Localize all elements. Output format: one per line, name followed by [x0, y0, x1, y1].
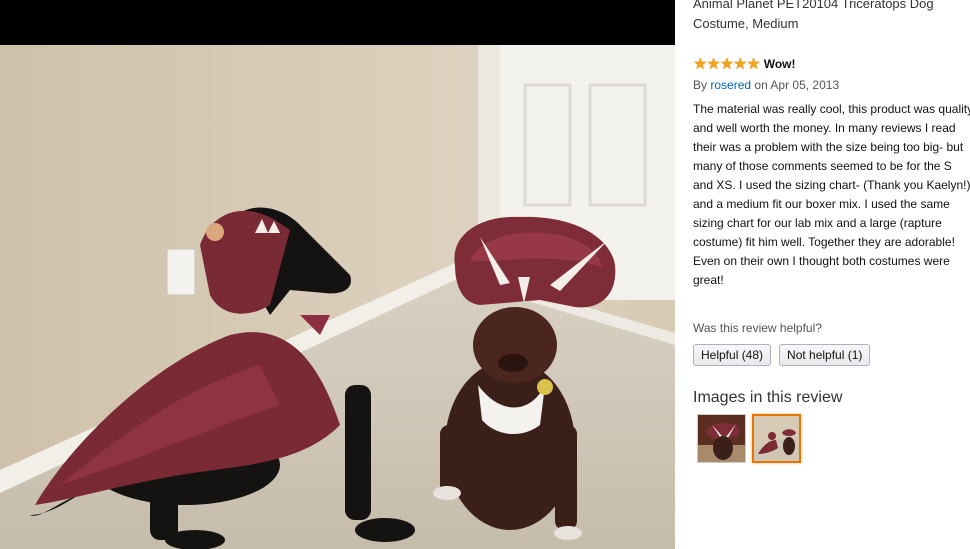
- star-rating: ★ ★ ★ ★ ★: [693, 54, 761, 73]
- review-panel: Animal Planet PET20104 Triceratops Dog C…: [675, 0, 970, 549]
- thumbnail-2[interactable]: [752, 414, 801, 463]
- review-byline: By rosered on Apr 05, 2013: [693, 78, 839, 92]
- star-icon: ★: [733, 54, 747, 73]
- star-icon: ★: [719, 54, 734, 73]
- rating-row: ★ ★ ★ ★ ★ Wow!: [693, 56, 796, 72]
- image-viewer: [0, 0, 675, 549]
- thumbnail-1[interactable]: [697, 414, 746, 463]
- author-link[interactable]: rosered: [710, 78, 751, 92]
- review-photo[interactable]: [0, 45, 675, 549]
- review-body: The material was really cool, this produ…: [693, 102, 970, 287]
- images-heading: Images in this review: [693, 389, 843, 406]
- review-title[interactable]: Wow!: [764, 57, 796, 71]
- by-label: By: [693, 78, 708, 92]
- helpful-button[interactable]: Helpful (48): [693, 344, 772, 366]
- not-helpful-button[interactable]: Not helpful (1): [779, 344, 871, 366]
- star-icon: ★: [693, 54, 707, 73]
- vote-buttons: Helpful (48) Not helpful (1): [693, 344, 871, 366]
- product-title[interactable]: Animal Planet PET20104 Triceratops Dog C…: [693, 0, 970, 34]
- helpful-question: Was this review helpful?: [693, 321, 822, 335]
- review-thumbnails: [697, 414, 801, 463]
- star-icon: ★: [746, 54, 760, 73]
- star-icon: ★: [706, 54, 720, 73]
- review-date: on Apr 05, 2013: [754, 78, 840, 92]
